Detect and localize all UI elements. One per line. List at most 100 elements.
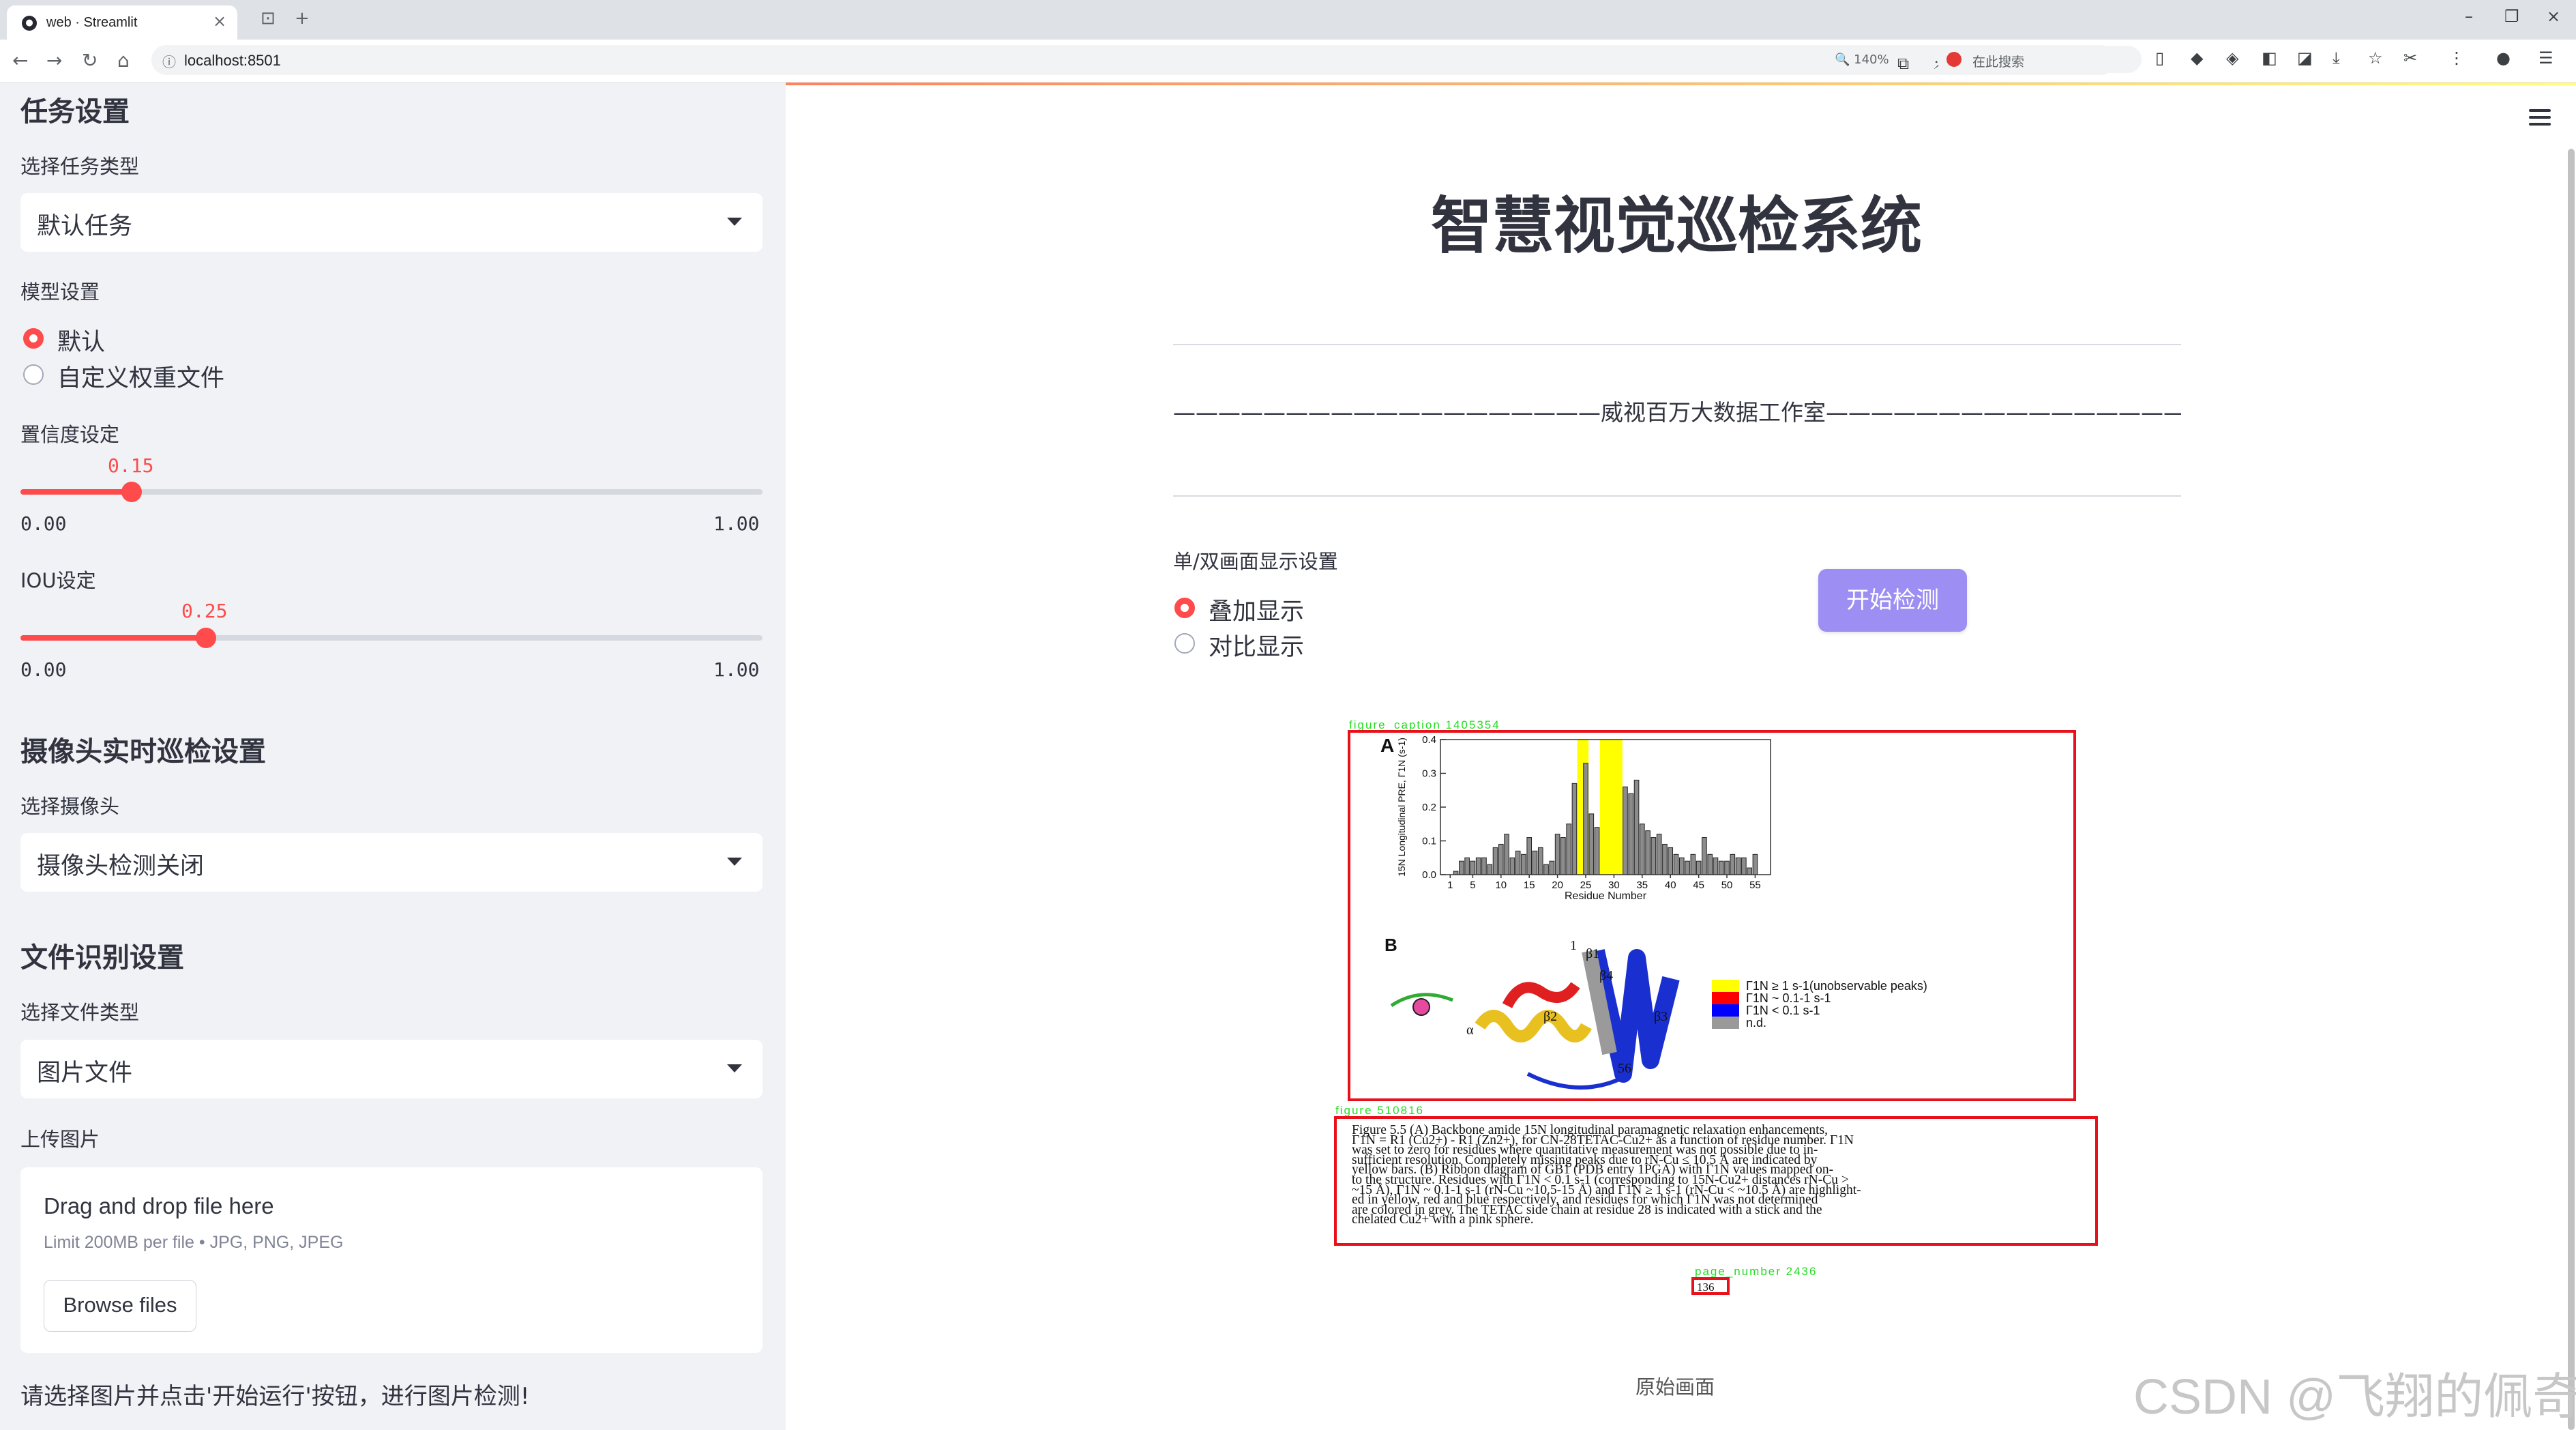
sidebar: 任务设置 选择任务类型 默认任务 模型设置 默认 自定义权重文件 置信度设定 0… — [0, 83, 786, 1430]
task-type-select[interactable]: 默认任务 — [20, 193, 763, 252]
camera-select[interactable]: 摄像头检测关闭 — [20, 833, 763, 892]
detection-box-page-number: 136 — [1691, 1277, 1730, 1295]
chart-bar-38 — [1656, 834, 1662, 875]
url-field[interactable]: ⓘ localhost:8501 🔍 140% ⧉ ⚡ ▣ ➚ ☆ — [151, 45, 2116, 75]
svg-text:β1: β1 — [1586, 946, 1599, 961]
task-settings-heading: 任务设置 — [20, 96, 130, 128]
tab-close-icon[interactable]: × — [213, 12, 226, 31]
confidence-slider-thumb[interactable] — [121, 482, 143, 502]
home-icon[interactable]: ⌂ — [117, 49, 130, 72]
chart-bar-16 — [1532, 850, 1538, 875]
camera-select-value: 摄像头检测关闭 — [37, 853, 205, 880]
minimize-icon[interactable]: – — [2465, 7, 2473, 26]
extension-b-icon[interactable]: ◈ — [2226, 48, 2238, 68]
chart-bar-41 — [1673, 853, 1679, 875]
chart-bar-12 — [1509, 857, 1515, 875]
legend-swatch-blue — [1712, 1004, 1739, 1017]
file-type-label: 选择文件类型 — [20, 1001, 140, 1024]
legend-text-2: Γ1N < 0.1 s-1 — [1746, 1004, 1820, 1017]
svg-text:β4: β4 — [1599, 968, 1613, 983]
confidence-slider[interactable] — [20, 482, 763, 502]
model-option-default[interactable]: 默认 — [57, 323, 105, 358]
favorites-icon[interactable]: ☆ — [2368, 48, 2383, 68]
ribbon-helix-yellow — [1475, 1010, 1592, 1042]
extension-a-icon[interactable]: ◆ — [2191, 48, 2203, 68]
chart-bar-17 — [1537, 847, 1543, 875]
panel-b-label: B — [1385, 935, 1397, 955]
chart-bar-23 — [1571, 783, 1578, 875]
new-tab-icon[interactable]: + — [295, 8, 310, 29]
site-info-icon[interactable]: ⓘ — [162, 51, 176, 71]
model-radio-custom[interactable] — [23, 364, 44, 385]
browser-search-box[interactable]: 在此搜索 — [1937, 46, 2142, 73]
start-detection-button[interactable]: 开始检测 — [1818, 569, 1967, 632]
file-dropzone[interactable]: Drag and drop file here Limit 200MB per … — [20, 1167, 763, 1353]
model-option-custom[interactable]: 自定义权重文件 — [57, 359, 224, 394]
model-radio-default[interactable] — [23, 328, 44, 349]
chart-bar-33 — [1628, 793, 1634, 875]
chart-bar-20 — [1554, 834, 1560, 875]
app-menu-icon[interactable] — [2529, 109, 2551, 130]
file-settings-heading: 文件识别设置 — [20, 942, 184, 974]
svg-text:β3: β3 — [1654, 1009, 1668, 1024]
chart-bar-45 — [1696, 860, 1702, 875]
browser-tab[interactable]: ● web · Streamlit × — [7, 5, 237, 40]
figure-caption-text: Figure 5.5 (A) Backbone amide 15N longit… — [1352, 1123, 1861, 1227]
file-type-select[interactable]: 图片文件 — [20, 1040, 763, 1098]
translate-icon[interactable]: ⧉ — [1897, 54, 1909, 73]
display-mode-label: 单/双画面显示设置 — [1173, 550, 1338, 573]
iou-min: 0.00 — [20, 658, 67, 681]
detection-label-figure: figure 510816 — [1335, 1104, 1424, 1117]
extension-d-icon[interactable]: ◪ — [2297, 48, 2313, 68]
divider-top — [1173, 344, 2181, 345]
search-engine-icon — [1946, 52, 1961, 67]
chart-bar-43 — [1685, 860, 1690, 875]
chart-bar-55 — [1752, 853, 1758, 875]
legend-text-3: n.d. — [1746, 1016, 1766, 1030]
iou-slider-thumb[interactable] — [196, 628, 216, 648]
iou-value: 0.25 — [181, 600, 228, 622]
svg-text:β2: β2 — [1543, 1009, 1557, 1024]
pre-bar-chart: 0.00.10.20.30.41 5 10 15 20 25 30 35 40 45 50 55Res… — [1396, 734, 1771, 902]
tab-search-icon[interactable]: ⊡ — [261, 8, 276, 29]
chart-bar-48 — [1713, 857, 1719, 875]
chart-bar-34 — [1633, 779, 1640, 875]
chart-bar-37 — [1650, 837, 1657, 875]
forward-icon[interactable]: → — [46, 49, 62, 72]
maximize-icon[interactable]: ❐ — [2504, 7, 2519, 26]
legend-swatch-yellow — [1712, 980, 1739, 992]
chart-bar-50 — [1724, 860, 1730, 875]
reader-icon[interactable]: ▯ — [2155, 48, 2164, 68]
chart-bar-10 — [1498, 843, 1504, 875]
extension-c-icon[interactable]: ◧ — [2262, 48, 2277, 68]
display-option-compare[interactable]: 对比显示 — [1209, 628, 1304, 662]
iou-slider[interactable] — [20, 628, 763, 648]
page-number-text: 136 — [1697, 1281, 1715, 1294]
chart-bar-53 — [1741, 857, 1747, 875]
chart-bar-42 — [1678, 857, 1685, 875]
browse-files-button[interactable]: Browse files — [44, 1280, 196, 1332]
chart-bar-5 — [1470, 860, 1476, 875]
chart-xtick-label-6: 30 — [1608, 879, 1620, 891]
chart-x-axis-label: Residue Number — [1565, 890, 1647, 902]
browser-tab-bar: ● web · Streamlit × ⊡ + – ❐ × — [0, 0, 2576, 40]
scissors-icon[interactable]: ✂ — [2403, 48, 2417, 68]
profile-avatar-icon[interactable]: ● — [2496, 48, 2511, 68]
chart-bar-44 — [1690, 853, 1696, 875]
browser-menu-icon[interactable]: ☰ — [2538, 48, 2553, 68]
reload-icon[interactable]: ↻ — [82, 49, 98, 72]
display-radio-compare[interactable] — [1174, 633, 1195, 654]
display-option-overlay[interactable]: 叠加显示 — [1209, 592, 1304, 627]
chart-ytick-label-1: 0.1 — [1422, 836, 1436, 847]
more-options-icon[interactable]: ⋮ — [2448, 48, 2465, 68]
chart-bar-22 — [1566, 823, 1571, 875]
legend-text-0: Γ1N ≥ 1 s-1(unobservable peaks) — [1746, 979, 1927, 993]
main-scrollbar[interactable] — [2568, 149, 2575, 1430]
back-icon[interactable]: ← — [12, 49, 28, 72]
window-close-icon[interactable]: × — [2547, 7, 2560, 26]
display-radio-overlay[interactable] — [1174, 598, 1195, 618]
download-icon[interactable]: ⤓ — [2333, 48, 2340, 68]
chart-ytick-label-0: 0.0 — [1422, 869, 1436, 881]
dropzone-limit: Limit 200MB per file • JPG, PNG, JPEG — [44, 1233, 344, 1252]
zoom-indicator[interactable]: 🔍 140% — [1835, 53, 1889, 67]
